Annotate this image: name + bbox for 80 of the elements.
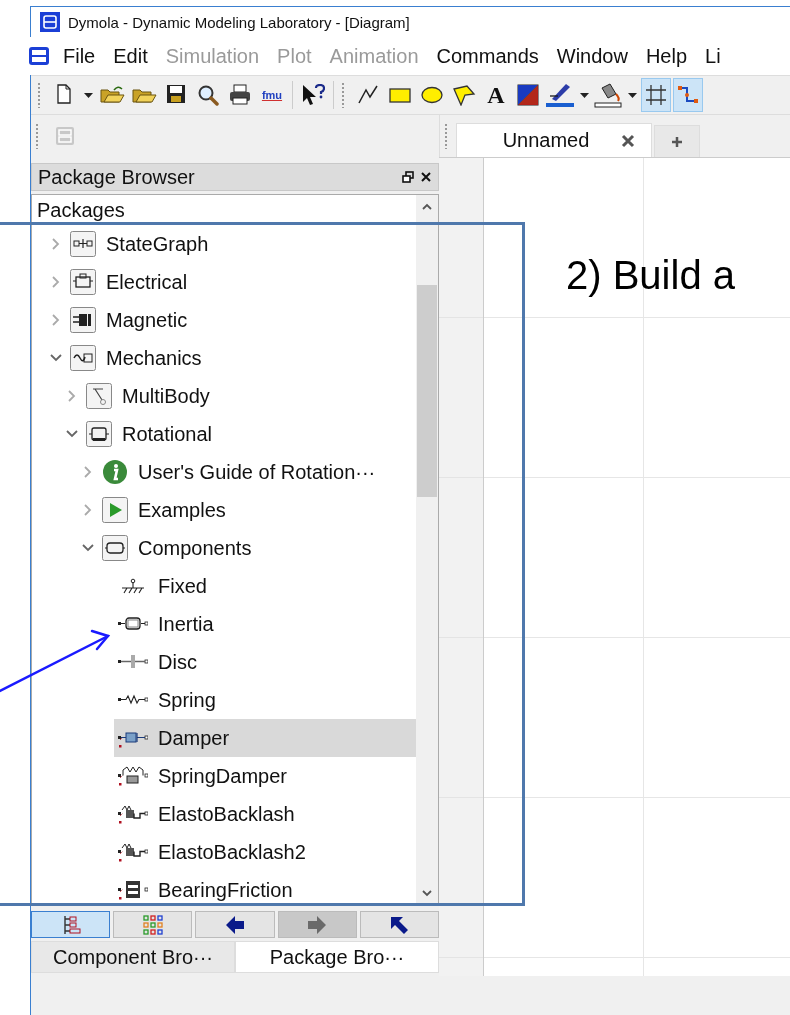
menu-item[interactable]: File: [54, 42, 105, 70]
tree-item[interactable]: Disc: [114, 643, 416, 681]
connector-icon: [677, 84, 699, 106]
bearing-icon: [118, 880, 148, 900]
restore-icon: [402, 171, 414, 183]
tree-item[interactable]: ElastoBacklash2: [114, 833, 416, 871]
scroll-up-icon[interactable]: [422, 203, 432, 210]
folder-icon: [99, 84, 125, 106]
play-icon: [102, 497, 128, 523]
tree-item[interactable]: BearingFriction: [114, 871, 416, 905]
polyline-icon: [357, 84, 379, 106]
polygon-icon: [452, 84, 476, 106]
menu-item[interactable]: Li: [696, 42, 730, 70]
back-arrow-icon: [225, 914, 245, 935]
menu-item[interactable]: Commands: [427, 42, 548, 70]
package-icon: [70, 307, 96, 333]
tree-item[interactable]: Magnetic: [66, 301, 416, 339]
menu-item[interactable]: Edit: [104, 42, 157, 70]
forward-arrow-icon: [307, 914, 328, 935]
package-icon: [102, 535, 128, 561]
caret-icon: [627, 92, 637, 98]
annotation-text: 2) Build a: [566, 253, 735, 298]
caret-icon: [579, 92, 589, 98]
scrollbar-thumb[interactable]: [417, 285, 437, 497]
tree-item[interactable]: Mechanics: [66, 339, 416, 377]
plus-icon: [671, 135, 683, 148]
package-icon: [86, 383, 112, 409]
pointer-question-icon: [301, 84, 325, 106]
document-tab[interactable]: Unnamed: [456, 123, 652, 157]
tree-item[interactable]: Damper: [114, 719, 416, 757]
search-icon: [197, 84, 219, 106]
up-left-arrow-icon: [389, 914, 410, 935]
tree-item[interactable]: Fixed: [114, 567, 416, 605]
view-button[interactable]: [195, 911, 275, 938]
tree-item[interactable]: StateGraph: [66, 225, 416, 263]
window-title: Dymola - Dynamic Modeling Laboratory - [Diagram]: [68, 13, 410, 31]
menu-item[interactable]: Help: [636, 42, 697, 70]
menu-item[interactable]: Window: [547, 42, 637, 70]
tree-item[interactable]: ElastoBacklash: [114, 795, 416, 833]
view-button[interactable]: [359, 911, 439, 938]
backlash-icon: [118, 804, 148, 824]
tree-item[interactable]: SpringDamper: [114, 757, 416, 795]
tree-item[interactable]: Examples: [98, 491, 416, 529]
browser-tab[interactable]: Component Bro···: [31, 941, 235, 973]
grid-icon: [645, 84, 667, 106]
backlash-icon: [118, 842, 148, 862]
scroll-down-icon[interactable]: [422, 890, 432, 897]
panel-title: Package Browser: [38, 165, 196, 189]
fmu-button[interactable]: fmu: [257, 78, 287, 112]
line-color-icon: [546, 82, 574, 108]
spring-damper-icon: [118, 766, 148, 786]
tree-item[interactable]: Components: [98, 529, 416, 567]
float-button[interactable]: [402, 171, 414, 183]
package-icon: [86, 421, 112, 447]
tree-item[interactable]: Rotational: [82, 415, 416, 453]
close-icon: [420, 171, 432, 183]
tree-item[interactable]: Electrical: [66, 263, 416, 301]
new-tab-button[interactable]: [654, 125, 700, 157]
tree-item[interactable]: Spring: [114, 681, 416, 719]
ellipse-icon: [421, 84, 443, 106]
package-window-icon: [55, 126, 75, 146]
printer-icon: [229, 84, 251, 106]
tree-item[interactable]: User's Guide of Rotation···: [98, 453, 416, 491]
close-button[interactable]: [420, 171, 432, 183]
color-square-icon: [517, 84, 539, 106]
fill-color-icon: [594, 82, 622, 108]
text-tool-button[interactable]: A: [481, 78, 511, 112]
scrollbar[interactable]: [416, 195, 438, 905]
package-icon: [70, 345, 96, 371]
tree-item[interactable]: MultiBody: [82, 377, 416, 415]
app-icon: [40, 12, 60, 32]
tree-item[interactable]: Inertia: [114, 605, 416, 643]
close-icon: [621, 133, 636, 148]
info-icon: [102, 459, 128, 485]
caret-icon: [83, 92, 93, 98]
package-icon: [70, 269, 96, 295]
browser-tab[interactable]: Package Bro···: [235, 941, 439, 973]
package-icon: [70, 231, 96, 257]
icon-grid-icon: [142, 914, 163, 935]
document-icon: [55, 84, 73, 106]
